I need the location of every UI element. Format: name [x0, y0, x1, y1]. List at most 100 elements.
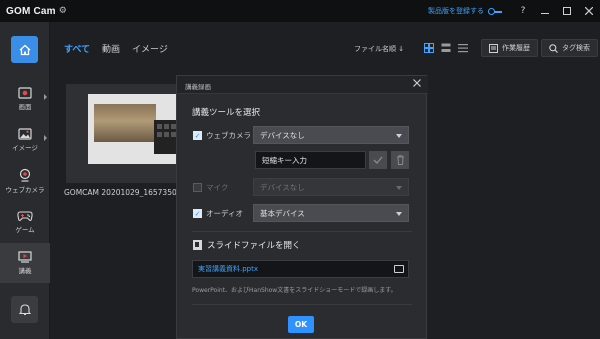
tab-video[interactable]: 動画 — [102, 42, 120, 55]
tag-search-label: タグ検索 — [562, 44, 590, 52]
sidebar: 画面 イメージ ウェブカメラ ゲーム 講義 — [0, 22, 50, 339]
content-toolbar: すべて 動画 イメージ ファイル名順 ↓ 作業履歴 タグ検索 — [51, 22, 600, 74]
sidebar-item-label: イメージ — [12, 144, 38, 152]
divider — [192, 304, 412, 305]
sort-label: ファイル名順 — [354, 45, 396, 53]
work-history-button[interactable]: 作業履歴 — [481, 39, 538, 57]
sidebar-item-label: 画面 — [18, 103, 32, 111]
webcam-device-value: デバイスなし — [260, 130, 305, 140]
app-logo: GOM Cam ⚙ — [0, 6, 67, 17]
sidebar-item-game[interactable]: ゲーム — [0, 202, 50, 242]
app-window: GOM Cam ⚙ 製品版を登録する ? 画面 イメージ ウェブカメラ ゲーム … — [0, 0, 600, 339]
notification-button[interactable] — [11, 296, 38, 323]
slide-file-name: 実習講義資料.pptx — [198, 265, 258, 273]
work-history-label: 作業履歴 — [502, 44, 530, 52]
tag-search-button[interactable]: タグ検索 — [541, 39, 598, 57]
webcam-device-select[interactable]: デバイスなし — [253, 126, 409, 144]
screen-record-icon — [18, 87, 32, 99]
sidebar-item-label: 講義 — [18, 267, 32, 275]
settings-gear-icon[interactable]: ⚙ — [59, 6, 67, 16]
audio-device-value: 基本デバイス — [260, 208, 305, 218]
hotkey-input[interactable]: 短縮キー入力 — [255, 151, 366, 169]
key-icon — [488, 7, 502, 15]
sidebar-item-label: ゲーム — [15, 226, 35, 234]
sidebar-item-image[interactable]: イメージ — [0, 120, 50, 160]
mic-checkbox[interactable]: マイク — [193, 182, 228, 193]
chevron-down-icon — [396, 134, 402, 138]
close-window-button[interactable] — [578, 0, 600, 22]
mic-device-value: デバイスなし — [260, 182, 305, 192]
webcam-icon — [19, 168, 31, 182]
sidebar-item-screen[interactable]: 画面 — [0, 79, 50, 119]
register-product-link[interactable]: 製品版を登録する — [428, 6, 502, 16]
search-icon — [549, 43, 558, 53]
sort-dropdown[interactable]: ファイル名順 ↓ — [354, 44, 404, 54]
audio-checkbox[interactable]: ✓ オーディオ — [193, 208, 243, 219]
register-label: 製品版を登録する — [428, 7, 484, 15]
chevron-down-icon — [396, 186, 402, 190]
gamepad-icon — [17, 211, 33, 221]
title-bar: GOM Cam ⚙ 製品版を登録する ? — [0, 0, 600, 22]
chevron-right-icon — [44, 94, 47, 100]
help-button[interactable]: ? — [512, 0, 534, 22]
slide-file-icon — [193, 240, 202, 250]
minimize-icon — [541, 13, 549, 14]
sort-arrow-icon: ↓ — [398, 45, 405, 53]
minimize-button[interactable] — [534, 0, 556, 22]
maximize-button[interactable] — [556, 0, 578, 22]
webcam-checkbox[interactable]: ✓ ウェブカメラ — [193, 130, 251, 141]
thumbnail-image — [88, 94, 178, 164]
bell-icon — [18, 304, 31, 316]
webcam-label: ウェブカメラ — [206, 131, 251, 140]
list-view-button[interactable] — [457, 42, 469, 54]
maximize-icon — [563, 7, 571, 15]
home-icon — [19, 44, 30, 55]
open-slide-section: スライドファイルを開く — [193, 239, 301, 251]
close-icon — [585, 7, 593, 15]
trash-icon — [396, 155, 404, 165]
checkbox-checked-icon: ✓ — [193, 209, 202, 218]
slide-hint-text: PowerPoint、およびHanShow文書をスライドショーモードで録画します… — [192, 287, 397, 294]
audio-device-select[interactable]: 基本デバイス — [253, 204, 409, 222]
tab-image[interactable]: イメージ — [132, 42, 168, 55]
mic-device-select[interactable]: デバイスなし — [253, 178, 409, 196]
grid-view-button[interactable] — [423, 42, 435, 54]
thumbnail-photo — [94, 104, 156, 142]
file-name[interactable]: GOMCAM 20201029_165735080 — [64, 188, 178, 197]
slide-file-field[interactable]: 実習講義資料.pptx — [192, 260, 409, 278]
large-grid-icon — [441, 43, 451, 52]
open-slide-title: スライドファイルを開く — [207, 241, 301, 251]
divider — [192, 231, 412, 232]
home-button[interactable] — [11, 36, 38, 63]
thumbnail-tool-panel — [154, 120, 178, 154]
folder-icon[interactable] — [394, 265, 404, 273]
tab-all[interactable]: すべて — [64, 42, 90, 55]
audio-label: オーディオ — [206, 209, 243, 218]
section-lecture-tools: 講義ツールを選択 — [192, 108, 261, 118]
lecture-icon — [18, 251, 32, 263]
hotkey-delete-button[interactable] — [391, 151, 409, 169]
dialog-close-button[interactable] — [413, 79, 421, 90]
checkmark-icon — [373, 156, 383, 164]
sidebar-item-label: ウェブカメラ — [5, 186, 45, 194]
checkbox-checked-icon: ✓ — [193, 131, 202, 140]
checkbox-unchecked-icon — [193, 183, 202, 192]
grid-view-icon — [424, 43, 434, 53]
sidebar-item-webcam[interactable]: ウェブカメラ — [0, 161, 50, 201]
large-grid-view-button[interactable] — [440, 42, 452, 54]
ok-button[interactable]: OK — [288, 316, 314, 333]
file-thumbnail[interactable] — [66, 84, 178, 183]
chevron-right-icon — [44, 135, 47, 141]
help-icon: ? — [520, 6, 526, 16]
hotkey-placeholder: 短縮キー入力 — [262, 155, 307, 165]
hotkey-confirm-button[interactable] — [369, 151, 387, 169]
dialog-title-bar: 講義録画 — [177, 76, 428, 94]
history-icon — [489, 43, 498, 53]
sidebar-item-lecture[interactable]: 講義 — [0, 243, 50, 283]
app-logo-text: GOM Cam — [6, 5, 56, 17]
close-icon — [413, 79, 421, 87]
image-icon — [18, 128, 32, 140]
chevron-down-icon — [396, 212, 402, 216]
mic-label: マイク — [206, 183, 229, 192]
list-view-icon — [458, 44, 468, 53]
